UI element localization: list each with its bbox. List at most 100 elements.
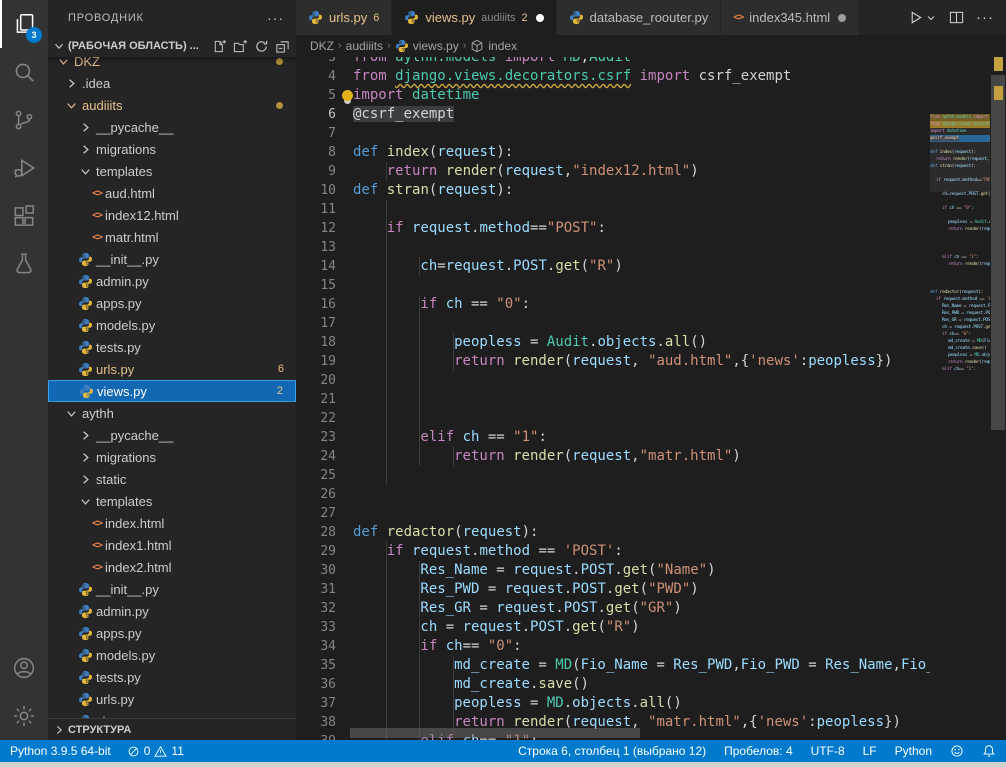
activity-run-debug[interactable] (0, 144, 48, 192)
new-folder-button[interactable] (233, 39, 248, 54)
code-line-25[interactable]: 25 (296, 466, 930, 485)
dirty-indicator-icon[interactable] (536, 14, 544, 22)
tree-item-static[interactable]: static (48, 468, 296, 490)
tree-item-admin.py[interactable]: admin.py (48, 600, 296, 622)
code-line-6[interactable]: 6@csrf_exempt (296, 105, 930, 124)
tree-item-templates[interactable]: templates (48, 160, 296, 182)
code-line-35[interactable]: 35md_create = MD(Fio_Name = Res_PWD,Fio_… (296, 656, 930, 675)
tree-item-aythh[interactable]: aythh (48, 402, 296, 424)
tree-item-views.py[interactable]: views.py2 (48, 380, 296, 402)
notifications-button[interactable] (982, 744, 996, 758)
tree-item-aud.html[interactable]: <>aud.html (48, 182, 296, 204)
problems-status[interactable]: 0 11 (127, 744, 184, 758)
workspace-section-header[interactable]: (РАБОЧАЯ ОБЛАСТЬ) ... (48, 35, 296, 57)
activity-explorer[interactable]: 3 (0, 0, 48, 48)
code-line-18[interactable]: 18peopless = Audit.objects.all() (296, 333, 930, 352)
cursor-position-status[interactable]: Строка 6, столбец 1 (выбрано 12) (518, 744, 706, 758)
tree-item--pycache-[interactable]: __pycache__ (48, 424, 296, 446)
tree-item-index2.html[interactable]: <>index2.html (48, 556, 296, 578)
vertical-scrollbar[interactable] (991, 75, 1005, 430)
outline-section-header[interactable]: СТРУКТУРА (48, 718, 296, 740)
code-line-27[interactable]: 27 (296, 504, 930, 523)
code-line-26[interactable]: 26 (296, 485, 930, 504)
horizontal-scrollbar[interactable] (350, 728, 640, 738)
tree-item-urls.py[interactable]: urls.py (48, 688, 296, 710)
code-line-13[interactable]: 13 (296, 238, 930, 257)
tree-item-models.py[interactable]: models.py (48, 644, 296, 666)
tree-item-migrations[interactable]: migrations (48, 138, 296, 160)
tab-urls.py[interactable]: urls.py6 (296, 0, 392, 35)
code-line-31[interactable]: 31Res_PWD = request.POST.get("PWD") (296, 580, 930, 599)
code-line-14[interactable]: 14ch=request.POST.get("R") (296, 257, 930, 276)
code-line-24[interactable]: 24return render(request,"matr.html") (296, 447, 930, 466)
overview-ruler[interactable] (990, 35, 1006, 740)
code-line-12[interactable]: 12if request.method=="POST": (296, 219, 930, 238)
dirty-indicator-icon[interactable] (838, 14, 846, 22)
activity-extensions[interactable] (0, 192, 48, 240)
code-line-10[interactable]: 10def stran(request): (296, 181, 930, 200)
code-line-34[interactable]: 34if ch== "0": (296, 637, 930, 656)
tree-item-models.py[interactable]: models.py (48, 314, 296, 336)
code-line-32[interactable]: 32Res_GR = request.POST.get("GR") (296, 599, 930, 618)
code-line-37[interactable]: 37peopless = MD.objects.all() (296, 694, 930, 713)
code-line-16[interactable]: 16if ch == "0": (296, 295, 930, 314)
code-line-20[interactable]: 20 (296, 371, 930, 390)
tree-item-urls.py[interactable]: urls.py6 (48, 358, 296, 380)
code-line-21[interactable]: 21 (296, 390, 930, 409)
breadcrumb-item-views.py[interactable]: views.py (395, 39, 459, 53)
run-button[interactable] (908, 10, 937, 25)
activity-source-control[interactable] (0, 96, 48, 144)
code-line-4[interactable]: 4from django.views.decorators.csrf impor… (296, 67, 930, 86)
code-line-8[interactable]: 8def index(request): (296, 143, 930, 162)
tree-item-tests.py[interactable]: tests.py (48, 666, 296, 688)
code-line-17[interactable]: 17 (296, 314, 930, 333)
code-editor[interactable]: 3from aythh.models import MD,Audit4from … (296, 57, 1006, 740)
code-line-23[interactable]: 23elif ch == "1": (296, 428, 930, 447)
code-line-36[interactable]: 36md_create.save() (296, 675, 930, 694)
tree-item-matr.html[interactable]: <>matr.html (48, 226, 296, 248)
tree-item--init-.py[interactable]: __init__.py (48, 578, 296, 600)
tree-item--init-.py[interactable]: __init__.py (48, 248, 296, 270)
collapse-all-button[interactable] (275, 39, 290, 54)
code-line-3[interactable]: 3from aythh.models import MD,Audit (296, 57, 930, 67)
activity-accounts[interactable] (0, 644, 48, 692)
tree-item-apps.py[interactable]: apps.py (48, 292, 296, 314)
breadcrumb-item-index[interactable]: index (470, 39, 517, 53)
tree-item--pycache-[interactable]: __pycache__ (48, 116, 296, 138)
tree-item-templates[interactable]: templates (48, 490, 296, 512)
code-line-7[interactable]: 7 (296, 124, 930, 143)
tree-item-index12.html[interactable]: <>index12.html (48, 204, 296, 226)
tree-item-migrations[interactable]: migrations (48, 446, 296, 468)
refresh-button[interactable] (254, 39, 269, 54)
tree-item-index1.html[interactable]: <>index1.html (48, 534, 296, 556)
tab-views.py[interactable]: views.pyaudiiits2 (392, 0, 556, 35)
activity-testing[interactable] (0, 240, 48, 288)
code-line-5[interactable]: 5import datetime (296, 86, 930, 105)
tab-database-roouter.py[interactable]: database_roouter.py (557, 0, 722, 35)
editor-more-actions-button[interactable]: ··· (976, 9, 994, 26)
tree-item-index.html[interactable]: <>index.html (48, 512, 296, 534)
tree-item-audiiits[interactable]: audiiits (48, 94, 296, 116)
minimap-slider[interactable] (930, 114, 990, 192)
code-line-9[interactable]: 9return render(request,"index12.html") (296, 162, 930, 181)
indentation-status[interactable]: Пробелов: 4 (724, 744, 793, 758)
code-line-29[interactable]: 29if request.method == 'POST': (296, 542, 930, 561)
code-line-28[interactable]: 28def redactor(request): (296, 523, 930, 542)
code-line-15[interactable]: 15 (296, 276, 930, 295)
code-line-22[interactable]: 22 (296, 409, 930, 428)
code-line-33[interactable]: 33ch = request.POST.get("R") (296, 618, 930, 637)
activity-settings[interactable] (0, 692, 48, 740)
code-line-19[interactable]: 19return render(request, "aud.html",{'ne… (296, 352, 930, 371)
tree-item-.idea[interactable]: .idea (48, 72, 296, 94)
split-editor-button[interactable] (949, 9, 964, 27)
lightbulb-icon[interactable] (342, 90, 353, 101)
tab-index345.html[interactable]: <>index345.html (721, 0, 859, 35)
tree-item-admin.py[interactable]: admin.py (48, 270, 296, 292)
breadcrumb-item-audiiits[interactable]: audiiits (346, 39, 383, 53)
new-file-button[interactable] (212, 39, 227, 54)
activity-search[interactable] (0, 48, 48, 96)
eol-status[interactable]: LF (863, 744, 877, 758)
tree-item-tests.py[interactable]: tests.py (48, 336, 296, 358)
minimap[interactable]: from aythh.models import MD,Auditfrom dj… (930, 114, 990, 740)
feedback-button[interactable] (950, 744, 964, 758)
